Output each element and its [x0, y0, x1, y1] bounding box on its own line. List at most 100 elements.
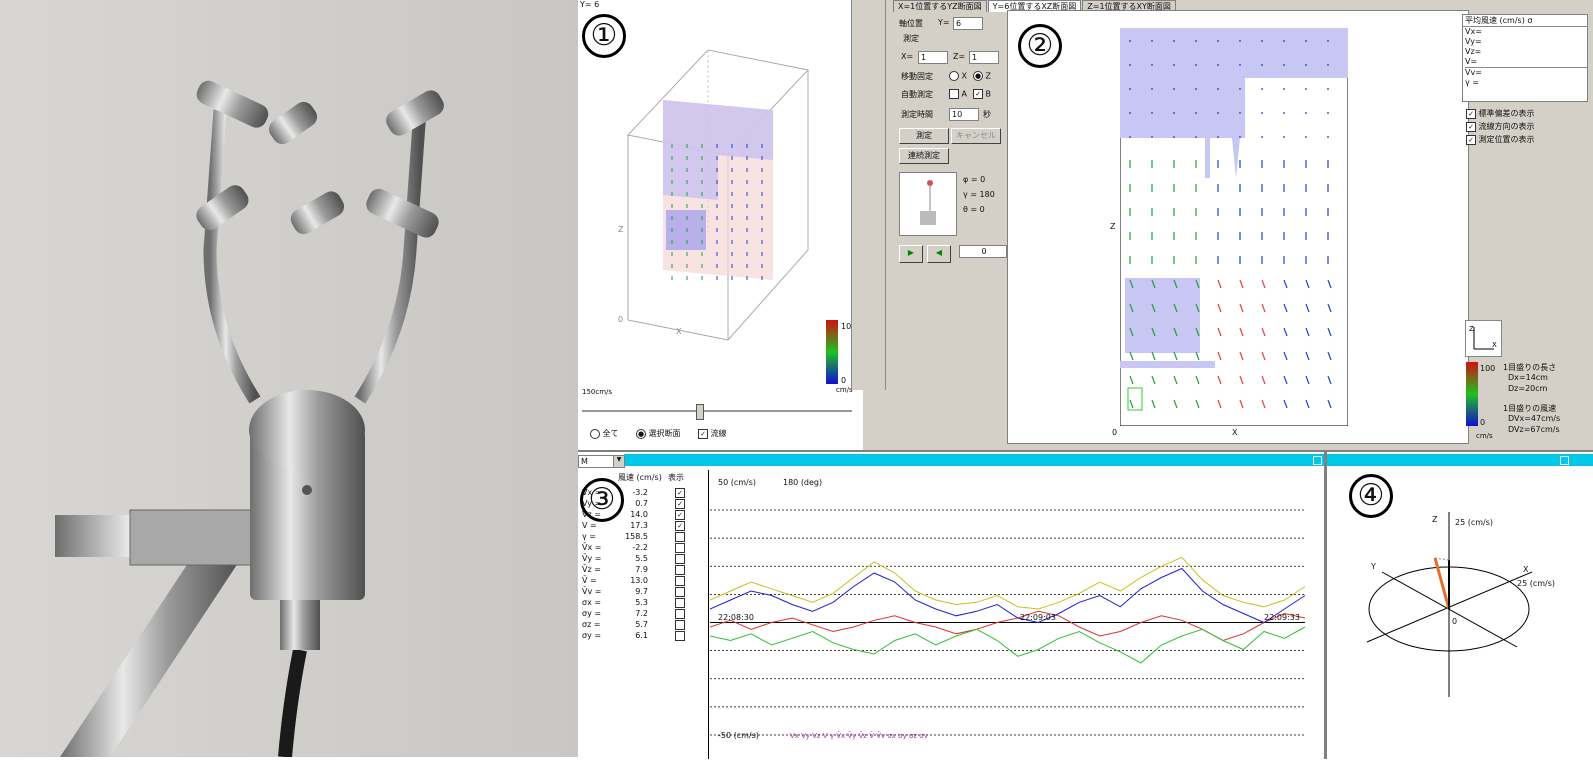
- panel1-option-section[interactable]: ● 選択断面: [636, 428, 681, 439]
- legend-vz: Vz=: [1465, 47, 1482, 56]
- panel4-z-label: Z: [1432, 515, 1438, 524]
- panel3-titlebar: [624, 454, 1324, 466]
- speed-row-label: V̄x =: [582, 543, 602, 552]
- speed-row-label: V̄ =: [582, 576, 597, 585]
- show-checkbox[interactable]: ✓: [675, 510, 685, 520]
- panel1-scale: 150cm/s: [582, 388, 613, 396]
- check-direction[interactable]: ✓ 流線方向の表示: [1466, 121, 1535, 132]
- panel1-slider-thumb[interactable]: [696, 404, 704, 420]
- dropdown-arrow-icon[interactable]: ▼: [613, 455, 625, 468]
- counter-field[interactable]: 0: [959, 245, 1007, 258]
- export-icon[interactable]: ▶: [899, 245, 923, 263]
- legend-vy: Vy=: [1465, 37, 1482, 46]
- show-checkbox[interactable]: [675, 620, 685, 630]
- time-label-1: 22:08:30: [718, 613, 754, 622]
- continuous-measure-button[interactable]: 連続測定: [899, 148, 949, 164]
- panel2-axis-z: Z: [1110, 222, 1116, 231]
- pos-label: 軸位置: [899, 19, 923, 28]
- panel3-maximize-icon[interactable]: [1313, 456, 1322, 465]
- channel-dropdown[interactable]: M: [578, 455, 616, 468]
- tab-yz-section[interactable]: X=1位置するYZ断面図: [893, 0, 987, 12]
- legend-gamma: γ =: [1465, 78, 1479, 87]
- panel1-slider-track[interactable]: [582, 410, 852, 412]
- show-checkbox[interactable]: ✓: [675, 521, 685, 531]
- speed-row-value: 17.3: [630, 521, 648, 530]
- check-stddev[interactable]: ✓ 標準偏差の表示: [1466, 108, 1535, 119]
- speed-row-label: σy =: [582, 631, 602, 640]
- speed-row-label: σy =: [582, 609, 602, 618]
- scan-option-x[interactable]: X: [949, 71, 967, 81]
- panel1-origin: 0: [618, 315, 624, 324]
- chart-left-border: [708, 470, 709, 759]
- show-checkbox[interactable]: [675, 598, 685, 608]
- show-checkbox[interactable]: ✓: [675, 488, 685, 498]
- series-vz-line: [710, 567, 1306, 624]
- show-checkbox[interactable]: [675, 532, 685, 542]
- panel1-colorbar-min: 0: [841, 376, 847, 385]
- time-spinner[interactable]: 10: [949, 108, 979, 121]
- show-checkbox[interactable]: [675, 543, 685, 553]
- mean-speed-legend: 平均風速 (cm/s) σ Vx= Vy= Vz= V= Vv= γ =: [1462, 14, 1588, 102]
- z-spinner[interactable]: 1: [969, 51, 999, 64]
- speed-row-value: 5.3: [635, 598, 648, 607]
- show-checkbox[interactable]: [675, 609, 685, 619]
- speed-row-label: V̄y =: [582, 554, 602, 563]
- legend-vx: Vx=: [1465, 27, 1482, 36]
- show-checkbox[interactable]: [675, 554, 685, 564]
- show-checkbox[interactable]: [675, 631, 685, 641]
- time-label-2: 22:09:03: [1020, 613, 1056, 622]
- show-checkbox[interactable]: [675, 587, 685, 597]
- left-scrollbar[interactable]: [869, 0, 886, 390]
- angle-gamma: γ = 180: [963, 190, 995, 199]
- series-vy-line: [710, 626, 1306, 664]
- panel4-origin: 0: [1452, 617, 1458, 626]
- series-v-line: [710, 556, 1306, 610]
- panel1-option-all[interactable]: 全て: [590, 428, 619, 439]
- check-position[interactable]: ✓ 測定位置の表示: [1466, 134, 1535, 145]
- anemometer-photo: [0, 0, 578, 758]
- panel2-colorbar-min: 0: [1480, 418, 1486, 427]
- auto-option-b[interactable]: ✓ B: [973, 89, 991, 99]
- import-icon[interactable]: ◀: [927, 245, 951, 263]
- show-checkbox[interactable]: [675, 576, 685, 586]
- measure-button[interactable]: 測定: [899, 128, 949, 144]
- grid-length-label: 1目盛りの長さ: [1503, 363, 1557, 372]
- legend-title: 平均風速 (cm/s) σ: [1463, 15, 1587, 27]
- x-spinner[interactable]: 1: [918, 51, 948, 64]
- axis-indicator: ZX: [1465, 320, 1502, 357]
- speed-row-label: V =: [582, 521, 597, 530]
- speed-row-value: 6.1: [635, 631, 648, 640]
- speed-row-value: 9.7: [635, 587, 648, 596]
- panel-timeseries: M ▼ ③ 風速 (cm/s) 表示 Vx = -3.2 ✓ Vy = 0.7 ✓ Vz =…: [578, 450, 1324, 759]
- speed-row-value: 13.0: [630, 576, 648, 585]
- panel1-axis-z: Z: [618, 225, 624, 234]
- panel2-colorbar: [1466, 362, 1478, 426]
- panel4-maximize-icon[interactable]: [1560, 456, 1569, 465]
- legend-v: V=: [1465, 57, 1478, 66]
- speed-row-label: V̄v =: [582, 587, 602, 596]
- cancel-button[interactable]: キャンセル: [951, 128, 1001, 144]
- panel4-x-scale: 25 (cm/s): [1517, 579, 1556, 588]
- speed-value-list: Vx = -3.2 ✓ Vy = 0.7 ✓ Vz = 14.0 ✓ V = 17.3 ✓ γ = 158…: [578, 487, 708, 687]
- panel1-axis-x: X: [676, 327, 682, 336]
- panel1-scrollbar[interactable]: [851, 0, 863, 390]
- xz-section-canvas: [1120, 28, 1348, 426]
- grid-speed-dvx: DVx=47cm/s: [1508, 414, 1561, 423]
- scan-option-z[interactable]: ● Z: [973, 71, 991, 81]
- panel2-colorbar-unit: cm/s: [1476, 432, 1493, 440]
- show-checkbox[interactable]: [675, 565, 685, 575]
- show-checkbox[interactable]: ✓: [675, 499, 685, 509]
- panel1-option-streamline[interactable]: ✓ 流線: [698, 428, 727, 439]
- speed-row-value: 14.0: [630, 510, 648, 519]
- speed-row-label: V̄z =: [582, 565, 601, 574]
- panel2-colorbar-max: 100: [1480, 364, 1496, 373]
- timeseries-chart: [710, 509, 1306, 736]
- probe-thumbnail: [899, 172, 957, 236]
- speed-row-label: γ =: [582, 532, 596, 541]
- pos-spinner[interactable]: 6: [953, 17, 983, 30]
- grid-speed-label: 1目盛りの風速: [1503, 404, 1557, 413]
- grid-length-dz: Dz=20cm: [1508, 384, 1548, 393]
- speed-row-value: 7.9: [635, 565, 648, 574]
- auto-option-a[interactable]: A: [949, 89, 967, 99]
- speed-row-label: Vz =: [582, 510, 601, 519]
